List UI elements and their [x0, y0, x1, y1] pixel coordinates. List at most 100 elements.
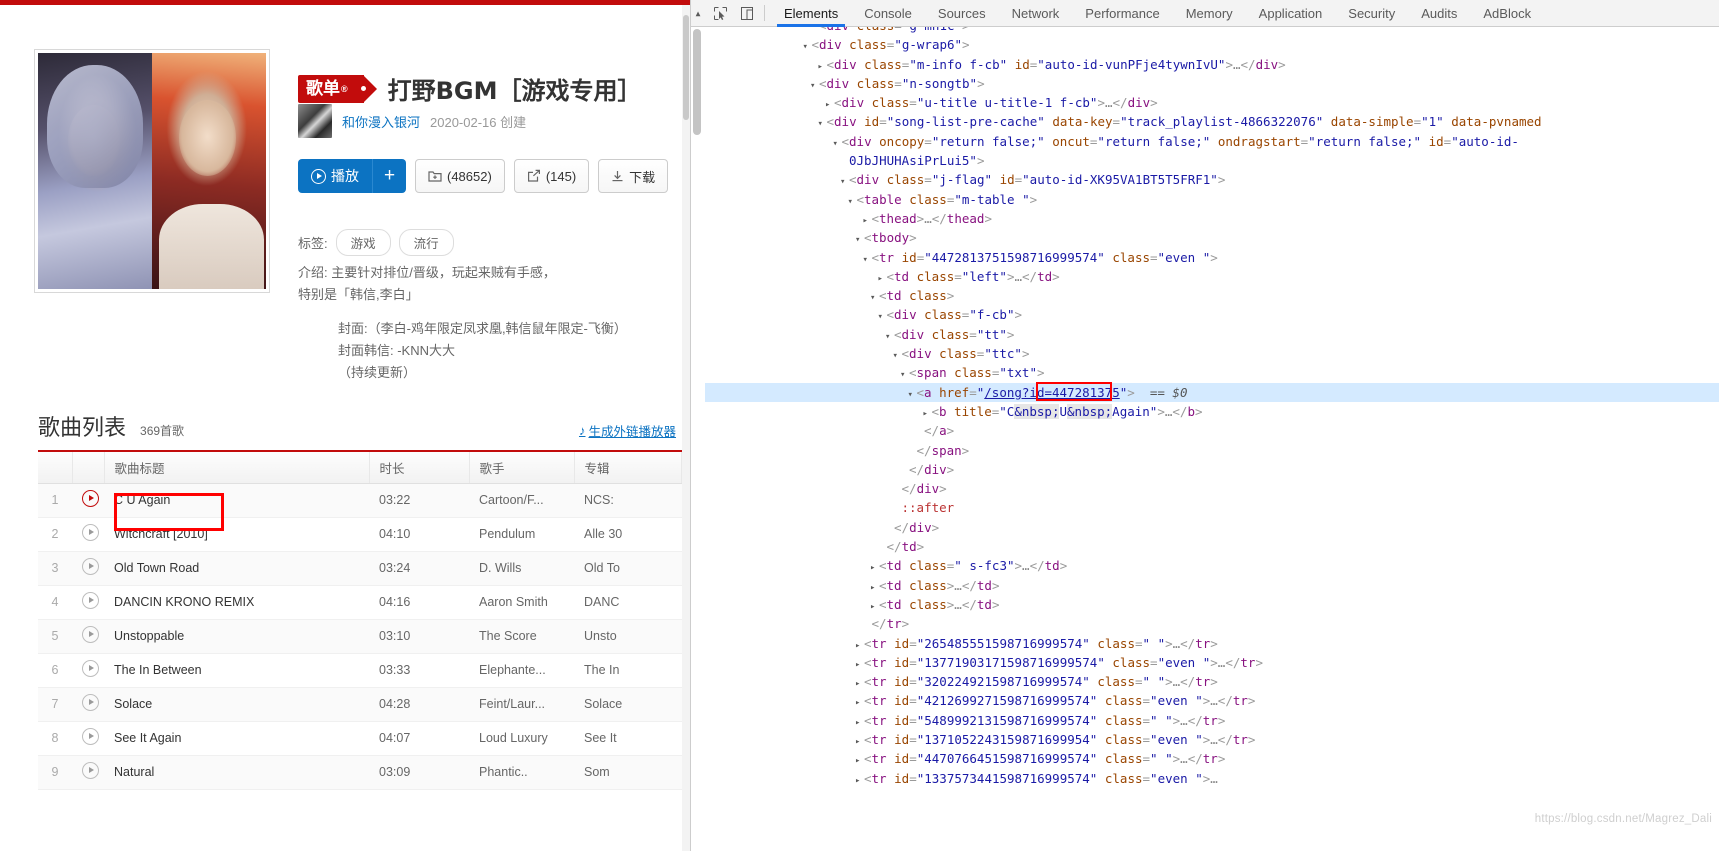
row-title-cell[interactable]: Witchcraft [2010] — [104, 517, 369, 552]
col-header-title[interactable]: 歌曲标题 — [104, 450, 370, 484]
dom-tree-line[interactable]: ▸</tr> — [705, 614, 1719, 633]
row-play-cell[interactable] — [72, 619, 104, 654]
song-title[interactable]: See It Again — [114, 731, 181, 745]
row-play-cell[interactable] — [72, 755, 104, 790]
dom-tree-line[interactable]: ▸ <td class>…</td> — [705, 595, 1719, 614]
dom-tree-line[interactable]: ▾ <div id="song-list-pre-cache" data-key=… — [705, 112, 1719, 131]
dom-tree-line[interactable]: ▸ <td class>…</td> — [705, 576, 1719, 595]
row-play-cell[interactable] — [72, 721, 104, 756]
row-album[interactable]: NCS: — [574, 483, 682, 518]
dom-tree-line[interactable]: ▸ <td class="left">…</td> — [705, 267, 1719, 286]
twisty-closed-icon[interactable]: ▸ — [855, 772, 864, 791]
dom-tree-line[interactable]: ▸ <tr id="1371052243159871699954" class="… — [705, 730, 1719, 749]
row-album[interactable]: Alle 30 — [574, 517, 682, 552]
row-play-cell[interactable] — [72, 653, 104, 688]
tab-elements[interactable]: Elements — [771, 0, 851, 27]
dom-tree-line[interactable]: ▸</a> — [705, 421, 1719, 440]
dom-tree-line[interactable]: ▾ <a href="/song?id=447281375"> == $0 — [705, 382, 1719, 402]
dom-tree-line[interactable]: ▸ <div class="m-info f-cb" id="auto-id-vu… — [705, 55, 1719, 74]
row-album[interactable]: Solace — [574, 687, 682, 722]
song-title[interactable]: Natural — [114, 765, 154, 779]
row-artist[interactable]: Pendulum — [469, 517, 574, 552]
table-row[interactable]: 1 C U Again 03:22 Cartoon/F... NCS: — [38, 483, 682, 518]
tab-performance[interactable]: Performance — [1072, 0, 1172, 27]
play-icon[interactable] — [82, 762, 99, 779]
table-row[interactable]: 7 Solace 04:28 Feint/Laur... Solace — [38, 687, 682, 722]
dom-tree-line[interactable]: ▸ <div class="u-title u-title-1 f-cb">…</… — [705, 93, 1719, 112]
dom-tree-line[interactable]: ▸ <tr id="4470766451598716999574" class="… — [705, 749, 1719, 768]
row-play-cell[interactable] — [72, 551, 104, 586]
tab-memory[interactable]: Memory — [1173, 0, 1246, 27]
dom-tree-line[interactable]: ▸</td> — [705, 537, 1719, 556]
play-icon[interactable] — [82, 490, 99, 507]
row-artist[interactable]: D. Wills — [469, 551, 574, 586]
table-row[interactable]: 8 See It Again 04:07 Loud Luxury See It — [38, 721, 682, 756]
row-artist[interactable]: Cartoon/F... — [469, 483, 574, 518]
song-title[interactable]: Unstoppable — [114, 629, 184, 643]
play-icon[interactable] — [82, 626, 99, 643]
song-title[interactable]: Witchcraft [2010] — [114, 527, 208, 541]
row-artist[interactable]: The Score — [469, 619, 574, 654]
row-title-cell[interactable]: Solace — [104, 687, 369, 722]
row-album[interactable]: DANC — [574, 585, 682, 620]
dom-tree-line[interactable]: ▾ <table class="m-table "> — [705, 190, 1719, 209]
table-row[interactable]: 4 DANCIN KRONO REMIX 04:16 Aaron Smith DANC — [38, 585, 682, 620]
dom-tree-line[interactable]: ▸ <tr id="13771903171598716999574" class=… — [705, 653, 1719, 672]
dom-tree-line[interactable]: ▾ <span class="txt"> — [705, 363, 1719, 382]
row-album[interactable]: Old To — [574, 551, 682, 586]
row-play-cell[interactable] — [72, 687, 104, 722]
dom-tree-line[interactable]: ▾ <div class="f-cb"> — [705, 305, 1719, 324]
generate-outlink-player-link[interactable]: ♪ 生成外链播放器 — [579, 421, 676, 440]
play-icon[interactable] — [82, 558, 99, 575]
dom-tree-line[interactable]: ▸</span> — [705, 441, 1719, 460]
row-artist[interactable]: Loud Luxury — [469, 721, 574, 756]
dom-tree-line[interactable]: ▾ <div class="tt"> — [705, 325, 1719, 344]
dom-tree-line[interactable]: ▸ <tr id="265485551598716999574" class=" … — [705, 634, 1719, 653]
row-artist[interactable]: Aaron Smith — [469, 585, 574, 620]
dom-tree-line[interactable]: ▸ <tr id="320224921598716999574" class=" … — [705, 672, 1719, 691]
row-play-cell[interactable] — [72, 483, 104, 518]
tab-adblock[interactable]: AdBlock — [1470, 0, 1544, 27]
col-header-artist[interactable]: 歌手 — [469, 450, 575, 484]
dom-tree-line[interactable]: ▸::after — [705, 498, 1719, 517]
dom-tree-line[interactable]: ▸ <tr id="1337573441598716999574" class="… — [705, 769, 1719, 788]
row-play-cell[interactable] — [72, 517, 104, 552]
tab-audits[interactable]: Audits — [1408, 0, 1470, 27]
play-button[interactable]: 播放 — [298, 159, 372, 193]
dom-tree-viewer[interactable]: ▸<div class="g-mn1c">▾<div class="g-wrap… — [691, 27, 1719, 851]
collapse-caret-icon[interactable]: ▲ — [691, 0, 705, 27]
download-button[interactable]: 下载 — [598, 159, 669, 193]
tab-console[interactable]: Console — [851, 0, 925, 27]
table-row[interactable]: 6 The In Between 03:33 Elephante... The In — [38, 653, 682, 688]
row-title-cell[interactable]: Old Town Road — [104, 551, 369, 586]
song-title[interactable]: C U Again — [114, 493, 170, 507]
table-row[interactable]: 9 Natural 03:09 Phantic.. Som — [38, 755, 682, 790]
dom-tree-line[interactable]: ▾ <tr id="4472813751598716999574" class="… — [705, 248, 1719, 267]
play-icon[interactable] — [82, 592, 99, 609]
dom-tree-line[interactable]: ▾ <div class="j-flag" id="auto-id-XK95VA1… — [705, 170, 1719, 189]
song-title[interactable]: Solace — [114, 697, 152, 711]
dom-tree-line[interactable]: ▸ <tr id="4212699271598716999574" class="… — [705, 691, 1719, 710]
row-artist[interactable]: Elephante... — [469, 653, 574, 688]
dom-tree-line[interactable]: ▸<div class="g-mn1c"> — [705, 27, 1719, 35]
dom-tree-scrollbar-thumb[interactable] — [693, 29, 701, 135]
row-album[interactable]: Som — [574, 755, 682, 790]
add-to-playlist-button[interactable]: + — [372, 159, 406, 193]
author-name-link[interactable]: 和你漫入银河 — [342, 112, 420, 131]
dom-tree-line[interactable]: ▸ <tr id="5489992131598716999574" class="… — [705, 711, 1719, 730]
avatar[interactable] — [298, 104, 332, 138]
tab-application[interactable]: Application — [1246, 0, 1336, 27]
row-album[interactable]: The In — [574, 653, 682, 688]
row-title-cell[interactable]: DANCIN KRONO REMIX — [104, 585, 369, 620]
col-header-duration[interactable]: 时长 — [369, 450, 470, 484]
inspect-element-button[interactable] — [708, 1, 732, 25]
playlist-cover[interactable] — [34, 49, 270, 293]
row-album[interactable]: Unsto — [574, 619, 682, 654]
dom-tree-line[interactable]: ▸</div> — [705, 479, 1719, 498]
dom-tree-line[interactable]: ▾ <div class="ttc"> — [705, 344, 1719, 363]
col-header-index[interactable] — [38, 450, 73, 484]
tag-pill[interactable]: 流行 — [398, 229, 454, 256]
dom-tree-line[interactable]: ▸ <thead>…</thead> — [705, 209, 1719, 228]
table-row[interactable]: 5 Unstoppable 03:10 The Score Unsto — [38, 619, 682, 654]
dom-tree-line[interactable]: ▾ <td class> — [705, 286, 1719, 305]
